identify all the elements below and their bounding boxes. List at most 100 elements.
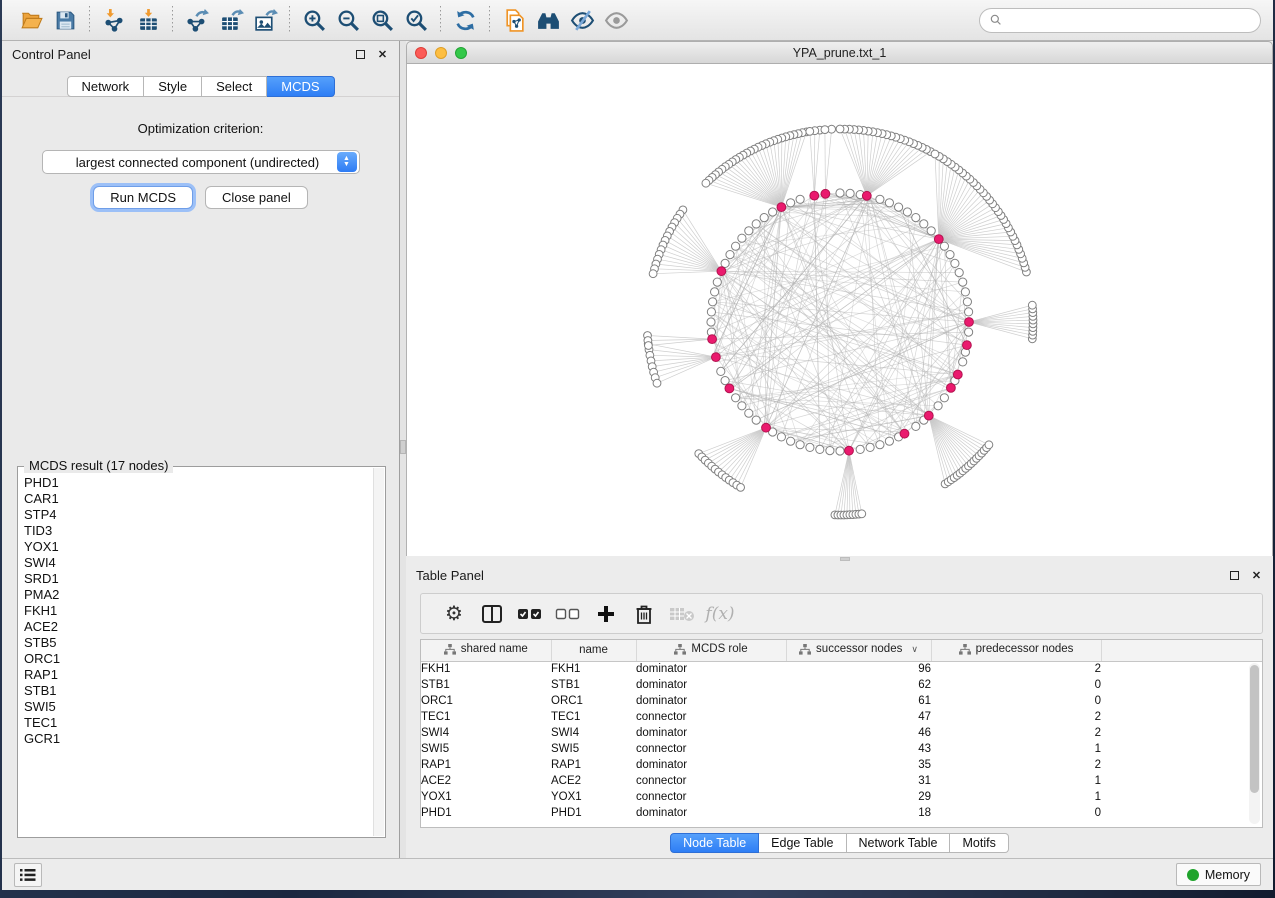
ring-node[interactable] [777, 433, 785, 441]
ring-node[interactable] [912, 422, 920, 430]
table-cell[interactable]: 43 [786, 741, 931, 757]
export-network-icon[interactable] [180, 5, 214, 35]
mcds-result-item[interactable]: RAP1 [24, 667, 373, 683]
zoom-selected-icon[interactable] [399, 5, 433, 35]
ring-node[interactable] [876, 441, 884, 449]
leaf-node[interactable] [1028, 301, 1036, 309]
zoom-out-icon[interactable] [331, 5, 365, 35]
table-cell[interactable] [1101, 789, 1262, 805]
table-cell[interactable]: STB1 [551, 677, 636, 693]
table-cell[interactable] [1101, 757, 1262, 773]
mcds-node[interactable] [777, 203, 786, 212]
mcds-node[interactable] [953, 370, 962, 379]
mcds-result-item[interactable]: TID3 [24, 523, 373, 539]
table-cell[interactable]: 2 [931, 757, 1101, 773]
tab-network-table[interactable]: Network Table [847, 833, 951, 853]
mcds-result-item[interactable]: GCR1 [24, 731, 373, 747]
table-cell[interactable]: SWI4 [551, 725, 636, 741]
mcds-node[interactable] [725, 384, 734, 393]
zoom-in-icon[interactable] [297, 5, 331, 35]
leaf-node[interactable] [737, 484, 745, 492]
tab-select[interactable]: Select [202, 76, 267, 97]
ring-node[interactable] [732, 242, 740, 250]
task-history-button[interactable] [14, 863, 42, 887]
table-row[interactable]: PHD1PHD1dominator180 [421, 805, 1262, 821]
ring-node[interactable] [955, 269, 963, 277]
ring-node[interactable] [895, 203, 903, 211]
search-field[interactable] [979, 8, 1261, 33]
table-cell[interactable]: dominator [636, 805, 786, 821]
table-cell[interactable]: 0 [931, 693, 1101, 709]
leaf-node[interactable] [653, 379, 661, 387]
ring-node[interactable] [885, 199, 893, 207]
mcds-node[interactable] [762, 423, 771, 432]
mcds-node[interactable] [845, 446, 854, 455]
ring-node[interactable] [940, 394, 948, 402]
table-cell[interactable]: 1 [931, 741, 1101, 757]
ring-node[interactable] [717, 367, 725, 375]
table-cell[interactable]: dominator [636, 677, 786, 693]
import-network-icon[interactable] [97, 5, 131, 35]
close-table-panel-icon[interactable]: ✕ [1250, 569, 1263, 582]
table-cell[interactable]: FKH1 [421, 661, 551, 677]
optimization-criterion-select[interactable]: largest connected component (undirected)… [42, 150, 360, 174]
ring-node[interactable] [951, 259, 959, 267]
ring-node[interactable] [965, 328, 973, 336]
mcds-result-item[interactable]: TEC1 [24, 715, 373, 731]
ring-node[interactable] [959, 358, 967, 366]
ring-node[interactable] [885, 437, 893, 445]
mcds-node[interactable] [717, 267, 726, 276]
table-cell[interactable]: ORC1 [551, 693, 636, 709]
mcds-node[interactable] [924, 411, 933, 420]
ring-node[interactable] [796, 195, 804, 203]
table-cell[interactable] [1101, 709, 1262, 725]
table-cell[interactable]: dominator [636, 693, 786, 709]
leaf-node[interactable] [931, 150, 939, 158]
ring-node[interactable] [912, 214, 920, 222]
ring-node[interactable] [738, 402, 746, 410]
table-cell[interactable]: 1 [931, 789, 1101, 805]
mcds-node[interactable] [708, 335, 717, 344]
ring-node[interactable] [876, 195, 884, 203]
open-file-icon[interactable] [14, 5, 48, 35]
ring-node[interactable] [726, 251, 734, 259]
mcds-node[interactable] [821, 189, 830, 198]
column-header-MCDS-role[interactable]: MCDS role [636, 640, 786, 661]
ring-node[interactable] [903, 208, 911, 216]
ring-node[interactable] [806, 443, 814, 451]
mcds-result-item[interactable]: PMA2 [24, 587, 373, 603]
table-cell[interactable]: connector [636, 709, 786, 725]
table-cell[interactable]: connector [636, 773, 786, 789]
ring-node[interactable] [826, 447, 834, 455]
column-header-shared-name[interactable]: shared name [421, 640, 551, 661]
mcds-result-item[interactable]: ACE2 [24, 619, 373, 635]
table-cell[interactable]: 31 [786, 773, 931, 789]
table-cell[interactable] [1101, 805, 1262, 821]
mcds-result-item[interactable]: SWI5 [24, 699, 373, 715]
mcds-result-item[interactable]: CAR1 [24, 491, 373, 507]
mcds-node[interactable] [965, 318, 974, 327]
leaf-node[interactable] [821, 126, 829, 134]
import-table-icon[interactable] [131, 5, 165, 35]
float-panel-icon[interactable] [354, 48, 367, 61]
ring-node[interactable] [866, 443, 874, 451]
table-cell[interactable] [1101, 725, 1262, 741]
table-row[interactable]: ACE2ACE2connector311 [421, 773, 1262, 789]
table-row[interactable]: SWI4SWI4dominator462 [421, 725, 1262, 741]
table-cell[interactable]: 2 [931, 709, 1101, 725]
ring-node[interactable] [760, 214, 768, 222]
table-cell[interactable]: 18 [786, 805, 931, 821]
table-row[interactable]: STB1STB1dominator620 [421, 677, 1262, 693]
ring-node[interactable] [769, 208, 777, 216]
ring-node[interactable] [920, 220, 928, 228]
table-cell[interactable]: 47 [786, 709, 931, 725]
tab-style[interactable]: Style [144, 76, 202, 97]
table-cell[interactable]: TEC1 [421, 709, 551, 725]
table-cell[interactable]: 35 [786, 757, 931, 773]
table-cell[interactable]: 0 [931, 677, 1101, 693]
horizontal-splitter[interactable] [406, 556, 1273, 562]
mcds-result-item[interactable]: STB5 [24, 635, 373, 651]
ring-node[interactable] [707, 318, 715, 326]
ring-node[interactable] [738, 234, 746, 242]
network-window-titlebar[interactable]: YPA_prune.txt_1 [406, 41, 1273, 64]
